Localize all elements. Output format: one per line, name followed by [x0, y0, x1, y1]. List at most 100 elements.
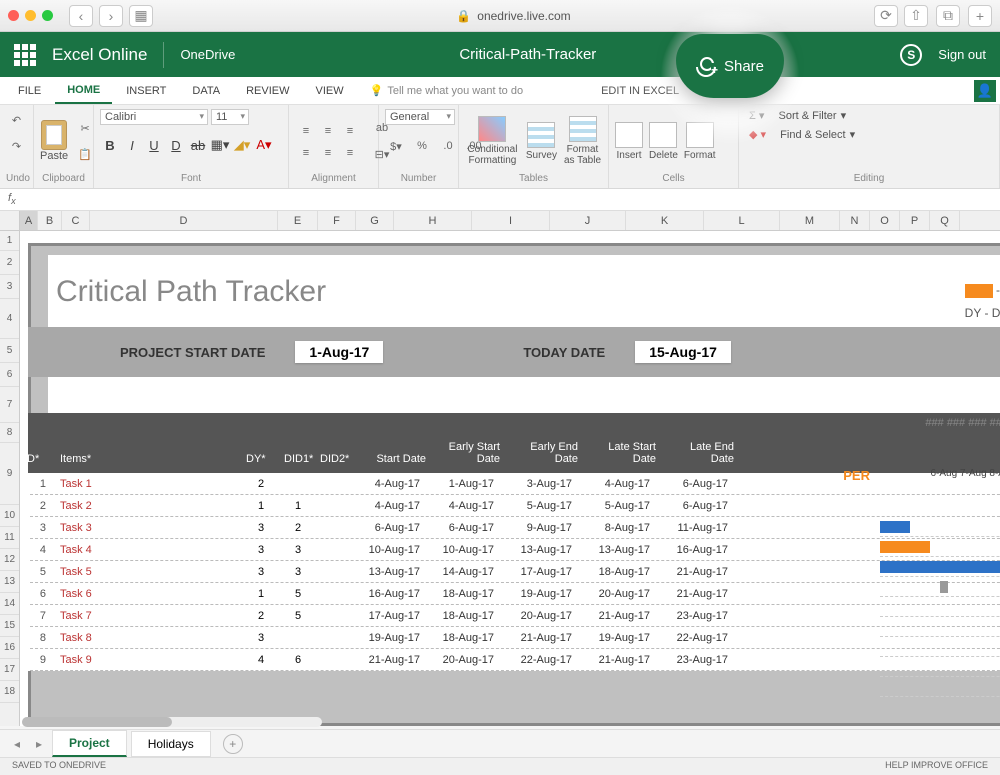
sort-filter-button[interactable]: Σ ▾ Sort & Filter ▾ [749, 109, 846, 122]
table-row[interactable]: 5Task 53313-Aug-1714-Aug-1717-Aug-1718-A… [28, 561, 1000, 583]
column-header[interactable]: F [318, 211, 356, 230]
tab-data[interactable]: DATA [180, 79, 232, 103]
row-header[interactable]: 10 [0, 505, 19, 527]
minimize-window-icon[interactable] [25, 10, 36, 21]
column-header[interactable]: B [38, 211, 62, 230]
survey-button[interactable]: Survey [526, 122, 557, 161]
sidebar-button[interactable]: ▦ [129, 5, 153, 27]
table-row[interactable]: 9Task 94621-Aug-1720-Aug-1722-Aug-1721-A… [28, 649, 1000, 671]
canvas[interactable]: Critical Path Tracker - C DY - Dur PROJE… [20, 231, 1000, 726]
row-header[interactable]: 7 [0, 387, 19, 423]
share-button[interactable]: + Share [676, 34, 784, 98]
scroll-thumb[interactable] [22, 717, 172, 727]
sheet-tab-project[interactable]: Project [52, 730, 127, 757]
user-avatar-icon[interactable]: 👤 [974, 80, 996, 102]
tab-review[interactable]: REVIEW [234, 79, 301, 103]
tabs-icon[interactable]: ⧉ [936, 5, 960, 27]
column-header[interactable]: H [394, 211, 472, 230]
number-format-select[interactable]: General [385, 109, 455, 125]
align-bottom-icon[interactable]: ≡ [339, 120, 361, 142]
currency-icon[interactable]: $▾ [385, 135, 407, 157]
align-left-icon[interactable]: ≡ [295, 142, 317, 164]
font-color-icon[interactable]: A▾ [254, 135, 274, 155]
row-header[interactable]: 16 [0, 637, 19, 659]
format-as-table-button[interactable]: Format as Table [563, 116, 602, 166]
table-row[interactable]: 4Task 43310-Aug-1710-Aug-1713-Aug-1713-A… [28, 539, 1000, 561]
start-date-value[interactable]: 1-Aug-17 [295, 341, 383, 363]
table-row[interactable]: 6Task 61516-Aug-1718-Aug-1719-Aug-1720-A… [28, 583, 1000, 605]
column-header[interactable]: M [780, 211, 840, 230]
row-header[interactable]: 14 [0, 593, 19, 615]
strike-button[interactable]: ab [188, 135, 208, 155]
font-name-select[interactable]: Calibri [100, 109, 208, 125]
bold-button[interactable]: B [100, 135, 120, 155]
sheet-tab-holidays[interactable]: Holidays [131, 731, 211, 757]
column-header[interactable]: J [550, 211, 626, 230]
font-size-select[interactable]: 11 [211, 109, 249, 125]
align-center-icon[interactable]: ≡ [317, 142, 339, 164]
row-header[interactable]: 18 [0, 681, 19, 703]
insert-cells-button[interactable]: Insert [615, 122, 643, 161]
today-date-value[interactable]: 15-Aug-17 [635, 341, 731, 363]
percent-icon[interactable]: % [411, 135, 433, 157]
column-header[interactable]: N [840, 211, 870, 230]
select-all-corner[interactable] [0, 211, 20, 230]
paste-button[interactable]: Paste [40, 120, 68, 162]
undo-icon[interactable]: ↶ [6, 109, 28, 131]
table-row[interactable]: 2Task 2114-Aug-174-Aug-175-Aug-175-Aug-1… [28, 495, 1000, 517]
table-row[interactable]: 3Task 3326-Aug-176-Aug-179-Aug-178-Aug-1… [28, 517, 1000, 539]
align-middle-icon[interactable]: ≡ [317, 120, 339, 142]
format-cells-button[interactable]: Format [684, 122, 716, 161]
row-header[interactable]: 13 [0, 571, 19, 593]
fill-color-icon[interactable]: ◢▾ [232, 135, 252, 155]
column-header[interactable]: P [900, 211, 930, 230]
column-header[interactable]: K [626, 211, 704, 230]
row-header[interactable]: 17 [0, 659, 19, 681]
sheet-nav-prev-icon[interactable]: ▸ [30, 737, 48, 751]
add-sheet-button[interactable]: + [223, 734, 243, 754]
reload-button[interactable]: ⟳ [874, 5, 898, 27]
italic-button[interactable]: I [122, 135, 142, 155]
column-header[interactable]: A [20, 211, 38, 230]
find-select-button[interactable]: ◆ ▾ Find & Select ▾ [749, 128, 855, 141]
delete-cells-button[interactable]: Delete [649, 122, 678, 161]
table-row[interactable]: 8Task 8319-Aug-1718-Aug-1721-Aug-1719-Au… [28, 627, 1000, 649]
edit-in-excel-link[interactable]: EDIT IN EXCEL [589, 79, 691, 103]
table-row[interactable]: 7Task 72517-Aug-1718-Aug-1720-Aug-1721-A… [28, 605, 1000, 627]
column-header[interactable]: Q [930, 211, 960, 230]
align-right-icon[interactable]: ≡ [339, 142, 361, 164]
row-header[interactable]: 8 [0, 423, 19, 443]
tab-home[interactable]: HOME [55, 78, 112, 104]
sheet-nav-first-icon[interactable]: ◂ [8, 737, 26, 751]
maximize-window-icon[interactable] [42, 10, 53, 21]
close-window-icon[interactable] [8, 10, 19, 21]
new-tab-icon[interactable]: + [968, 5, 992, 27]
share-browser-icon[interactable]: ⇧ [904, 5, 928, 27]
conditional-formatting-button[interactable]: Conditional Formatting [465, 116, 520, 166]
cut-icon[interactable]: ✂ [74, 117, 96, 139]
column-header[interactable]: E [278, 211, 318, 230]
row-header[interactable]: 6 [0, 363, 19, 387]
tab-view[interactable]: VIEW [304, 79, 356, 103]
row-header[interactable]: 3 [0, 275, 19, 299]
app-launcher-icon[interactable] [14, 44, 36, 66]
column-header[interactable]: G [356, 211, 394, 230]
redo-icon[interactable]: ↷ [6, 135, 28, 157]
row-header[interactable]: 5 [0, 339, 19, 363]
column-header[interactable]: I [472, 211, 550, 230]
row-header[interactable]: 1 [0, 231, 19, 251]
row-header[interactable]: 4 [0, 299, 19, 339]
decimal-inc-icon[interactable]: .0 [437, 135, 459, 157]
align-top-icon[interactable]: ≡ [295, 120, 317, 142]
column-header[interactable]: C [62, 211, 90, 230]
formula-bar[interactable]: fx [0, 189, 1000, 211]
column-header[interactable]: L [704, 211, 780, 230]
row-header[interactable]: 11 [0, 527, 19, 549]
skype-icon[interactable]: S [900, 44, 922, 66]
copy-icon[interactable]: 📋 [74, 143, 96, 165]
row-header[interactable]: 9 [0, 443, 19, 505]
double-underline-button[interactable]: D [166, 135, 186, 155]
tell-me-search[interactable]: 💡Tell me what you want to do [358, 78, 535, 103]
signout-link[interactable]: Sign out [938, 47, 986, 62]
tab-file[interactable]: FILE [6, 79, 53, 103]
